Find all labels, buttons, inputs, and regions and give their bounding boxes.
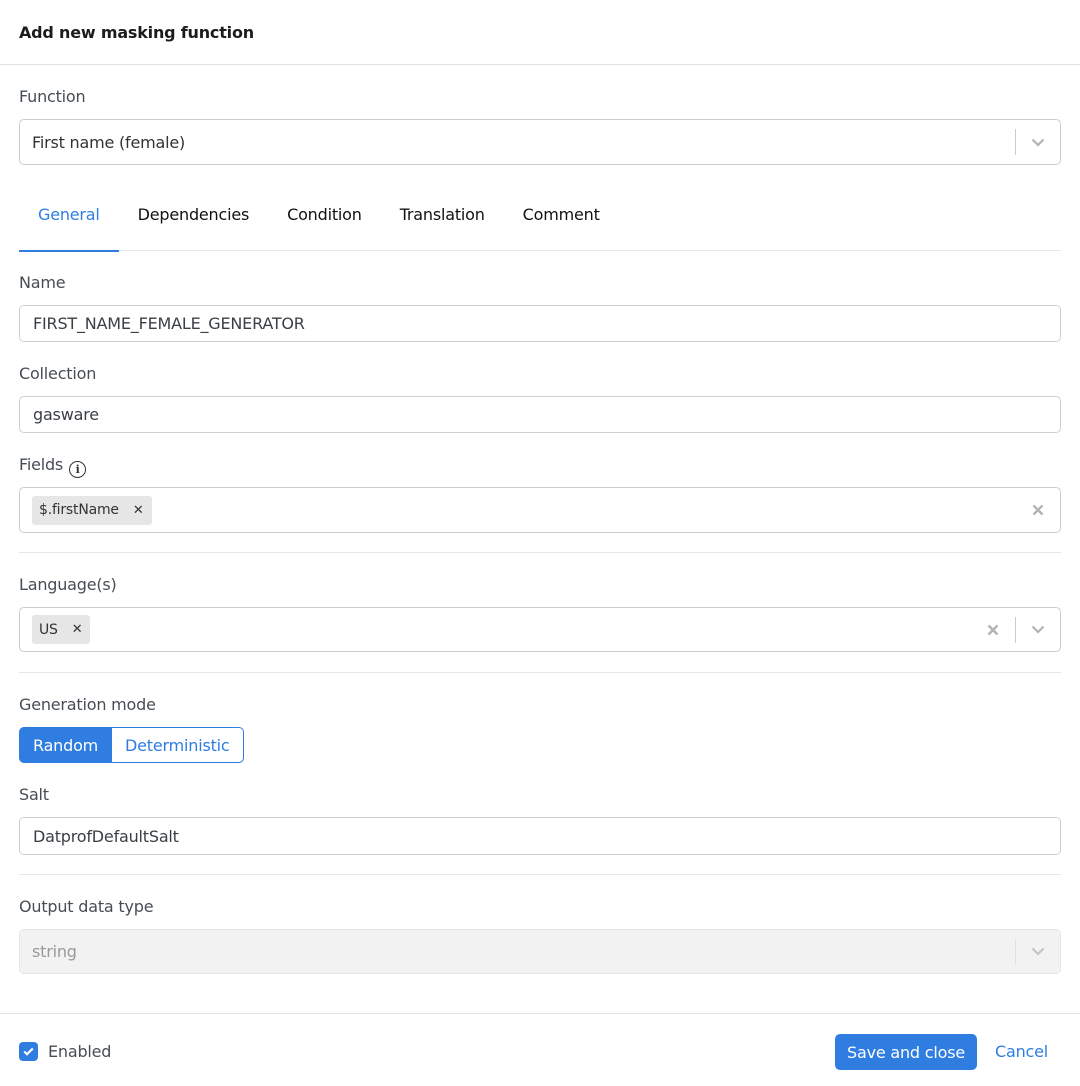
- clear-icon[interactable]: [971, 608, 1015, 651]
- function-value: First name (female): [32, 132, 186, 152]
- chip-label: $.firstName: [39, 502, 119, 518]
- salt-label: Salt: [19, 785, 49, 804]
- remove-chip-icon[interactable]: ✕: [72, 622, 83, 637]
- field-chip: $.firstName ✕: [32, 495, 152, 525]
- enabled-label[interactable]: Enabled: [48, 1042, 111, 1061]
- collection-input[interactable]: gasware: [19, 396, 1061, 433]
- chevron-down-icon: [1016, 930, 1060, 973]
- function-select[interactable]: First name (female): [19, 119, 1061, 165]
- languages-multiselect[interactable]: US ✕: [19, 607, 1061, 652]
- dialog-header: Add new masking function: [0, 0, 1080, 65]
- divider: [19, 672, 1061, 673]
- generation-mode-toggle: Random Deterministic: [19, 727, 244, 763]
- name-label: Name: [19, 273, 66, 292]
- chip-label: US: [39, 621, 58, 638]
- save-and-close-button[interactable]: Save and close: [835, 1034, 977, 1070]
- dialog-title: Add new masking function: [19, 22, 254, 42]
- info-icon[interactable]: i: [69, 461, 87, 478]
- mode-random-button[interactable]: Random: [19, 727, 113, 763]
- divider: [19, 874, 1061, 875]
- output-type-label: Output data type: [19, 897, 154, 916]
- name-input[interactable]: FIRST_NAME_FEMALE_GENERATOR: [19, 305, 1061, 342]
- fields-label: Fields: [19, 455, 64, 474]
- mode-deterministic-button[interactable]: Deterministic: [112, 727, 244, 763]
- generation-mode-label: Generation mode: [19, 695, 156, 714]
- language-chip: US ✕: [32, 615, 91, 644]
- chevron-down-icon[interactable]: [1016, 120, 1060, 164]
- masking-function-dialog: Add new masking function Function First …: [0, 0, 1080, 1086]
- check-icon: [23, 1047, 34, 1056]
- languages-label: Language(s): [19, 575, 117, 594]
- remove-chip-icon[interactable]: ✕: [133, 503, 144, 518]
- chevron-down-icon[interactable]: [1016, 608, 1060, 651]
- collection-label: Collection: [19, 364, 97, 383]
- fields-multiselect[interactable]: $.firstName ✕: [19, 487, 1061, 533]
- tab-condition[interactable]: Condition: [268, 192, 381, 251]
- salt-input[interactable]: DatprofDefaultSalt: [19, 817, 1061, 855]
- clear-icon[interactable]: [1016, 488, 1060, 532]
- tab-dependencies[interactable]: Dependencies: [119, 192, 268, 251]
- cancel-button[interactable]: Cancel: [995, 1042, 1048, 1061]
- fields-label-row: Fields i: [19, 455, 87, 478]
- output-type-select[interactable]: string: [19, 929, 1061, 974]
- function-label: Function: [19, 87, 86, 106]
- tab-comment[interactable]: Comment: [504, 192, 619, 251]
- tab-translation[interactable]: Translation: [381, 192, 504, 251]
- output-type-value: string: [32, 942, 77, 961]
- dialog-footer: Enabled Save and close Cancel: [0, 1013, 1080, 1086]
- enabled-checkbox[interactable]: [19, 1042, 38, 1061]
- divider: [19, 552, 1061, 553]
- tab-general[interactable]: General: [19, 192, 119, 252]
- tab-bar: General Dependencies Condition Translati…: [19, 192, 1061, 252]
